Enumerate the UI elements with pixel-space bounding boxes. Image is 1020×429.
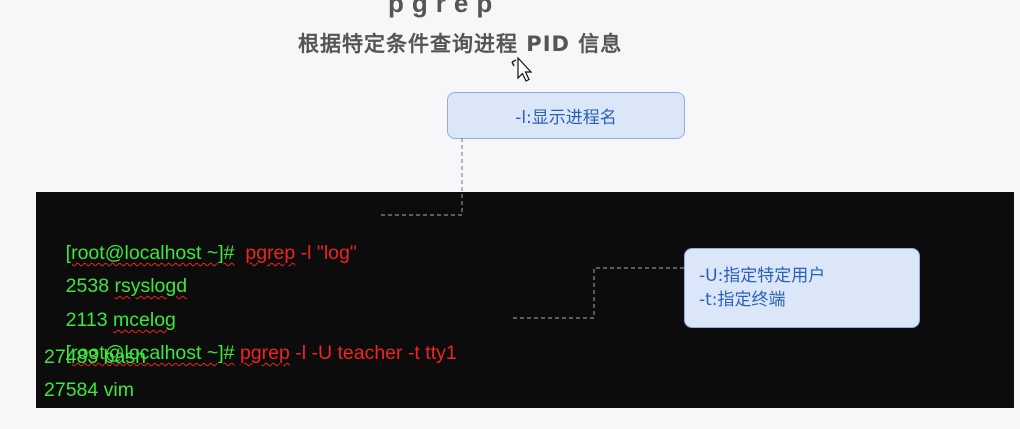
callout-u-t-options: -U:指定特定用户 -t:指定终端: [684, 248, 920, 328]
terminal-line-2: 2538 rsyslogd: [44, 241, 187, 297]
mouse-cursor-icon: [511, 56, 532, 82]
terminal-line-3: 2113 mcelog: [44, 275, 176, 331]
terminal-line-5: 27483 bash: [44, 346, 146, 368]
slide-heading-fragment: pgrep: [388, 0, 501, 18]
slide-title: 根据特定条件查询进程 PID 信息: [298, 32, 623, 56]
command-name: pgrep: [245, 242, 296, 264]
command-args: -l "log": [295, 242, 357, 264]
command-name: pgrep: [239, 342, 290, 364]
terminal-line-4: [root@localhost ~]# pgrep -l -U teacher …: [44, 308, 457, 364]
callout-t-option-text: -t:指定终端: [699, 290, 786, 310]
callout-l-option-text: -l:显示进程名: [515, 108, 617, 128]
callout-l-option: -l:显示进程名: [447, 92, 685, 139]
terminal-line-1: [root@localhost ~]# pgrep -l "log": [44, 208, 357, 264]
terminal-line-6: 27584 vim: [44, 379, 134, 401]
callout-u-option-text: -U:指定特定用户: [699, 266, 826, 286]
command-args: -l -U teacher -t tty1: [289, 342, 457, 364]
